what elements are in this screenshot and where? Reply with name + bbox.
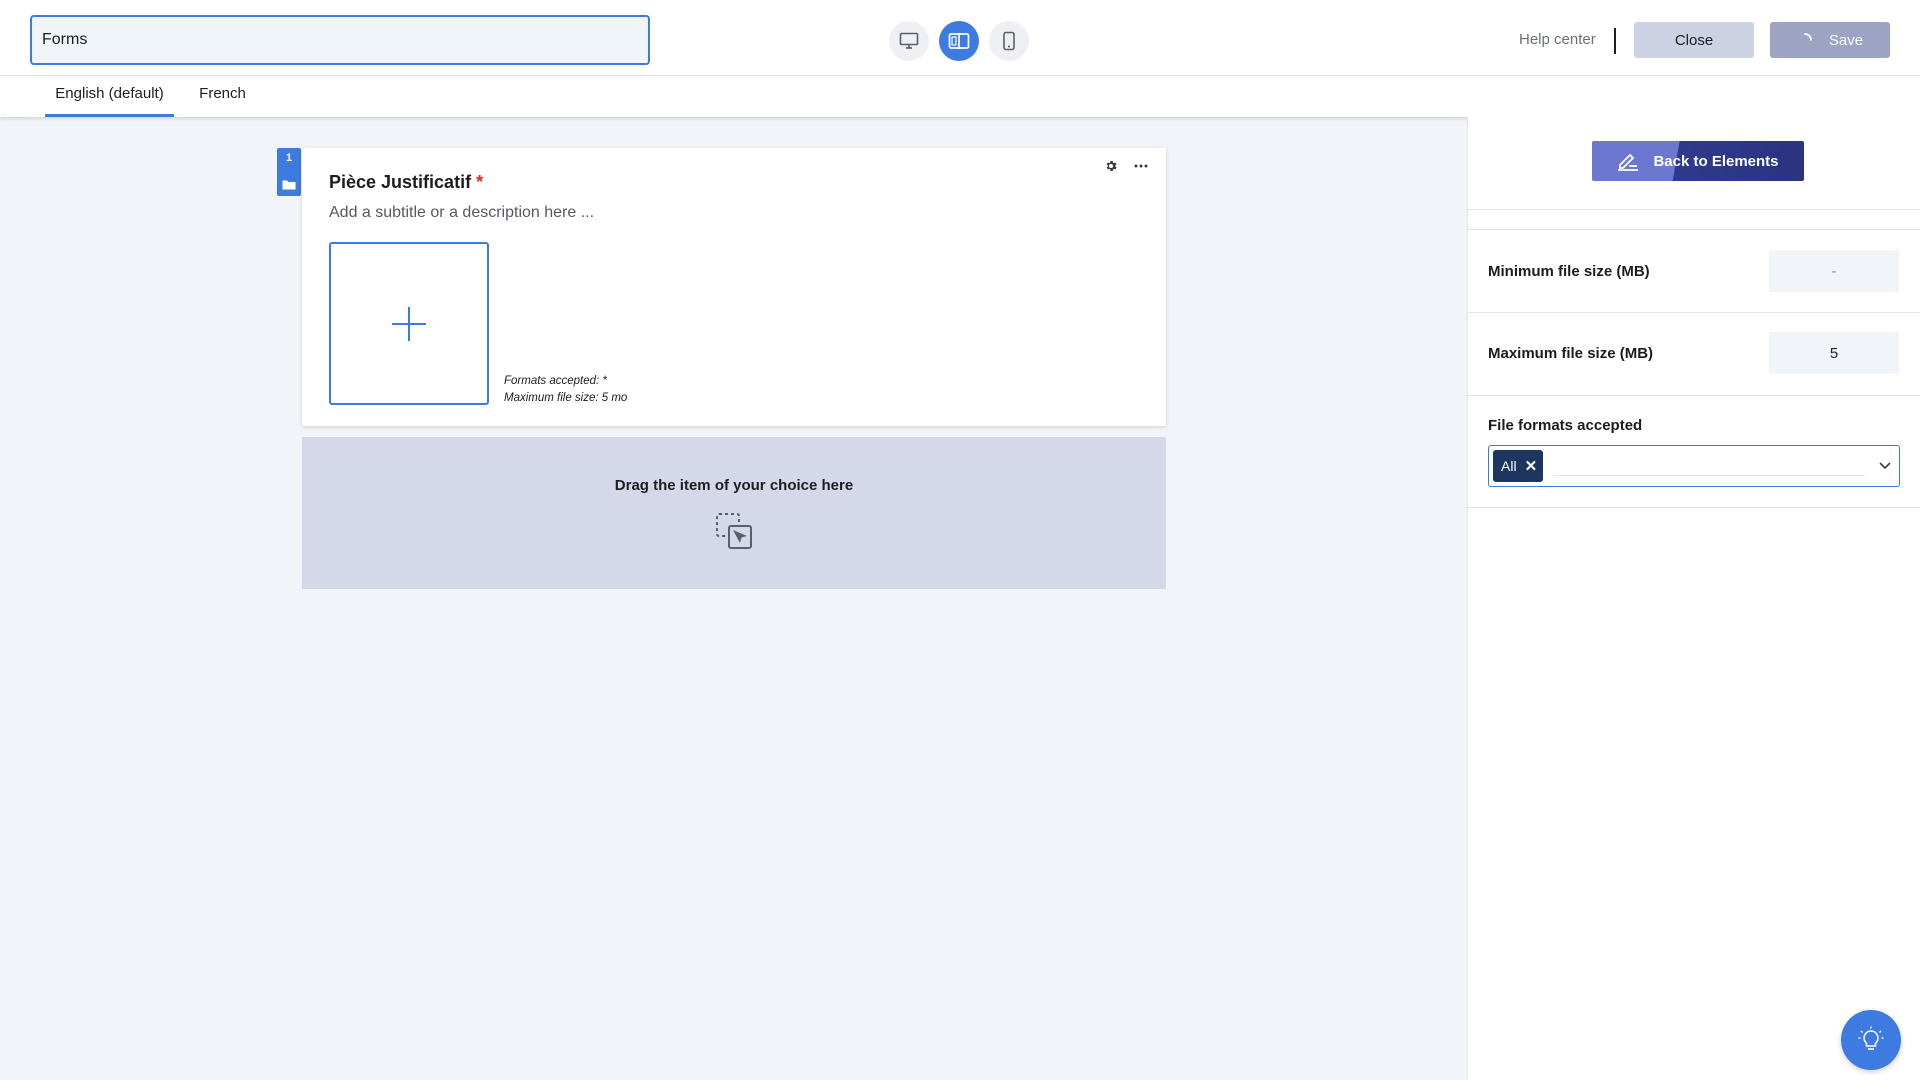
top-bar: Help center Close Save [0,0,1920,76]
format-chip-all: All ✕ [1493,450,1544,482]
language-tabs: English (default) French [0,76,1920,117]
file-formats-label: File formats accepted [1488,417,1643,434]
field-title-text: Pièce Justificatif [329,172,472,192]
max-file-size-text: Maximum file size: 5 mo [504,392,628,404]
gear-icon[interactable] [1104,159,1118,173]
format-chip-label: All [1501,458,1517,474]
folder-icon [282,180,296,190]
plus-icon [392,306,426,341]
field-index-number: 1 [285,152,293,164]
upload-info: Formats accepted: * Maximum file size: 5… [504,373,627,407]
panel-divider [1468,209,1920,210]
tab-english[interactable]: English (default) [45,76,174,117]
split-view-button[interactable] [939,21,979,61]
file-upload-box[interactable] [329,242,489,405]
more-options-icon[interactable] [1134,164,1148,168]
max-file-size-label: Maximum file size (MB) [1488,345,1654,362]
split-view-icon [948,33,970,49]
min-file-size-input[interactable] [1769,250,1899,292]
panel-divider [1468,507,1920,508]
properties-panel: Back to Elements Minimum file size (MB) … [1467,117,1920,1080]
field-title[interactable]: Pièce Justificatif * [329,172,483,193]
edit-icon [1618,153,1639,171]
desktop-icon [899,32,919,49]
mobile-view-button[interactable] [989,21,1029,61]
select-input-line [1553,475,1865,476]
file-upload-field-card[interactable]: Pièce Justificatif * Add a subtitle or a… [302,148,1166,426]
min-file-size-label: Minimum file size (MB) [1488,263,1650,280]
field-index-badge[interactable]: 1 [277,148,301,196]
panel-divider [1468,229,1920,230]
help-center-link[interactable]: Help center [1519,31,1596,48]
header-divider [1614,28,1616,54]
save-button-label: Save [1828,31,1864,49]
panel-divider [1468,395,1920,396]
close-button[interactable]: Close [1634,22,1754,58]
loading-spinner-icon [1803,33,1812,41]
file-formats-select[interactable]: All ✕ [1488,445,1900,487]
back-to-elements-button[interactable]: Back to Elements [1592,141,1804,181]
field-subtitle[interactable]: Add a subtitle or a description here ... [329,204,594,222]
form-title-input[interactable] [30,15,650,65]
desktop-view-button[interactable] [889,21,929,61]
drop-zone[interactable]: Drag the item of your choice here [302,437,1166,589]
lightbulb-icon [1858,1026,1884,1050]
mobile-icon [1003,31,1015,51]
max-file-size-input[interactable] [1769,332,1899,374]
save-button[interactable]: Save [1770,22,1890,58]
field-actions [1104,159,1148,173]
panel-divider [1468,312,1920,313]
required-mark: * [476,172,484,192]
back-to-elements-label: Back to Elements [1653,152,1779,170]
tips-button[interactable] [1841,1010,1901,1070]
chevron-down-icon[interactable] [1875,462,1895,470]
formats-accepted-text: Formats accepted: * [504,375,607,387]
tab-french[interactable]: French [189,76,256,117]
drop-zone-label: Drag the item of your choice here [614,477,854,494]
view-mode-switch [889,21,1029,61]
drag-drop-icon [716,513,752,549]
remove-chip-icon[interactable]: ✕ [1525,457,1538,475]
